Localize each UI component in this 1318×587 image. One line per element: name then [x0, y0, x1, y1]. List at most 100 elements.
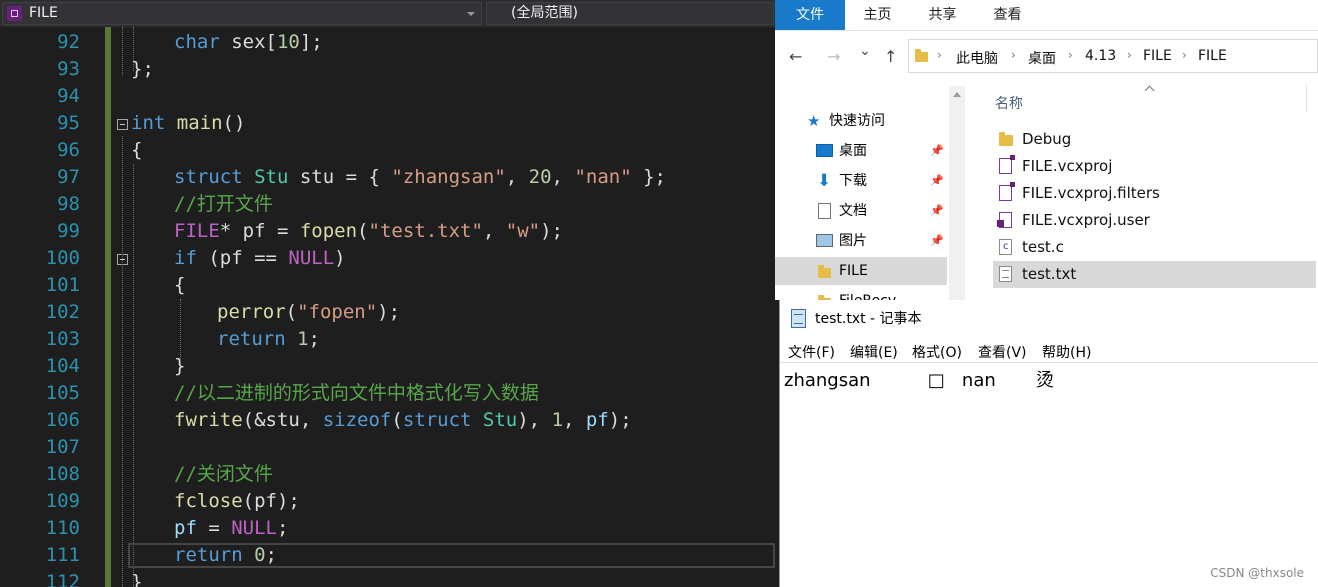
code-line-93: };: [131, 58, 154, 80]
nav-filerecv-folder[interactable]: FileRecv: [775, 287, 947, 300]
token: NULL: [288, 247, 335, 269]
navigation-pane: ★ 快速访问 桌面 📌 ⬇ 下载 📌 文档 📌 图片 📌 FILE: [775, 84, 947, 300]
nav-quick-access[interactable]: ★ 快速访问: [775, 107, 947, 135]
token: 20: [528, 166, 552, 188]
token: ): [334, 247, 346, 269]
code-line-98: //打开文件: [174, 193, 273, 215]
token: ,: [505, 166, 529, 188]
breadcrumb-separator: ›: [1068, 48, 1073, 62]
column-header-name[interactable]: 名称: [995, 93, 1023, 113]
menu-view[interactable]: 查看(V): [978, 342, 1027, 362]
token: if: [174, 247, 197, 269]
recent-locations-chevron-icon[interactable]: ⌄: [859, 43, 871, 59]
token: fclose: [174, 490, 243, 512]
token: Stu: [254, 166, 289, 188]
breadcrumb-separator: ›: [1182, 48, 1187, 62]
file-explorer-window: 文件 主页 共享 查看 ← → ⌄ ↑ › 此电脑 › 桌面 › 4.13 › …: [775, 0, 1318, 300]
menu-file[interactable]: 文件(F): [788, 342, 835, 362]
menu-edit[interactable]: 编辑(E): [850, 342, 898, 362]
up-arrow-icon[interactable]: ↑: [884, 47, 897, 66]
token: return: [174, 544, 243, 566]
breadcrumb-4-13[interactable]: 4.13: [1085, 48, 1116, 64]
star-icon: ★: [807, 112, 821, 130]
token: 0: [254, 544, 266, 566]
token: };: [631, 166, 666, 188]
breadcrumb-separator: ›: [1011, 48, 1016, 62]
token: (&stu,: [242, 409, 323, 431]
token: int: [131, 112, 166, 134]
forward-arrow-icon[interactable]: →: [827, 47, 840, 66]
scope-combo-label: (全局范围): [511, 5, 578, 21]
notepad-text-content[interactable]: zhangsan □ nan 烫: [784, 366, 1054, 392]
file-row-debug[interactable]: Debug: [993, 126, 1316, 153]
tab-share[interactable]: 共享: [915, 0, 970, 30]
code-area[interactable]: 92 93 94 95 96 97 98 99 100 101 102 103 …: [0, 27, 775, 587]
token: ,: [551, 166, 575, 188]
token: (pf ==: [196, 247, 289, 269]
nav-label: 图片: [839, 233, 867, 249]
menu-format[interactable]: 格式(O): [912, 342, 962, 362]
nav-label: 文档: [839, 203, 867, 219]
file-row-vcxproj-user[interactable]: FILE.vcxproj.user: [993, 207, 1316, 234]
column-divider[interactable]: [1306, 84, 1307, 112]
code-editor[interactable]: FILE (全局范围) 92 93 94 95 96 97 98 99 100 …: [0, 0, 775, 587]
breadcrumb-file-current[interactable]: FILE: [1198, 48, 1227, 64]
token: );: [540, 220, 563, 242]
token: 1: [297, 328, 309, 350]
token: ,: [563, 409, 586, 431]
notepad-title-bar[interactable]: test.txt - 记事本: [780, 300, 1318, 338]
file-row-vcxproj-filters[interactable]: FILE.vcxproj.filters: [993, 180, 1316, 207]
breadcrumb-this-pc[interactable]: 此电脑: [956, 48, 998, 68]
token: Stu: [482, 409, 518, 431]
line-number: 111: [45, 544, 80, 566]
code-line-99: FILE* pf = fopen("test.txt", "w");: [174, 218, 563, 245]
token: =: [196, 517, 232, 539]
file-row-test-c[interactable]: test.c: [993, 233, 1316, 261]
pin-icon: 📌: [930, 204, 944, 217]
token: ;: [308, 328, 320, 350]
token: ;: [276, 517, 289, 539]
breadcrumb-file[interactable]: FILE: [1143, 48, 1172, 64]
collapse-main-icon[interactable]: [117, 119, 128, 130]
token: "nan": [574, 166, 632, 188]
token: 10: [276, 31, 300, 53]
project-combo-label: FILE: [29, 5, 58, 21]
nav-pane-scrollbar[interactable]: [949, 86, 965, 300]
nav-documents[interactable]: 文档 📌: [775, 197, 947, 225]
file-name: FILE.vcxproj.filters: [1022, 184, 1160, 202]
token: perror: [217, 301, 286, 323]
nav-file-folder[interactable]: FILE: [775, 257, 947, 285]
tab-home[interactable]: 主页: [850, 0, 905, 30]
back-arrow-icon[interactable]: ←: [789, 47, 802, 66]
code-line-106: fwrite(&stu, sizeof(struct Stu), 1, pf);: [174, 407, 632, 434]
scope-combo[interactable]: (全局范围): [486, 2, 774, 25]
file-row-test-txt[interactable]: test.txt: [993, 261, 1316, 288]
token: 1: [551, 409, 564, 431]
document-icon: [818, 203, 831, 219]
nav-label: FileRecv: [839, 287, 896, 300]
tab-view[interactable]: 查看: [980, 0, 1035, 30]
notepad-title: test.txt - 记事本: [815, 311, 922, 327]
code-line-101: {: [174, 274, 186, 296]
pin-icon: 📌: [930, 144, 944, 157]
token: stu = {: [288, 166, 392, 188]
tab-file[interactable]: 文件: [775, 0, 845, 30]
nav-pictures[interactable]: 图片 📌: [775, 227, 947, 255]
line-number: 105: [45, 382, 80, 404]
project-combo[interactable]: FILE: [2, 2, 482, 25]
nav-desktop[interactable]: 桌面 📌: [775, 137, 947, 165]
nav-downloads[interactable]: ⬇ 下载 📌: [775, 167, 947, 195]
code-line-103: return 1;: [217, 326, 320, 353]
chevron-down-icon: [467, 12, 475, 16]
code-line-104: }: [174, 355, 186, 377]
token: sizeof: [322, 409, 392, 431]
address-bar[interactable]: › 此电脑 › 桌面 › 4.13 › FILE › FILE: [908, 39, 1318, 73]
token: ;: [265, 544, 277, 566]
desktop-icon: [816, 144, 833, 157]
line-number: 109: [45, 490, 80, 512]
menu-help[interactable]: 帮助(H): [1042, 342, 1091, 362]
breadcrumb-desktop[interactable]: 桌面: [1028, 48, 1056, 68]
file-row-vcxproj[interactable]: FILE.vcxproj: [993, 153, 1316, 180]
